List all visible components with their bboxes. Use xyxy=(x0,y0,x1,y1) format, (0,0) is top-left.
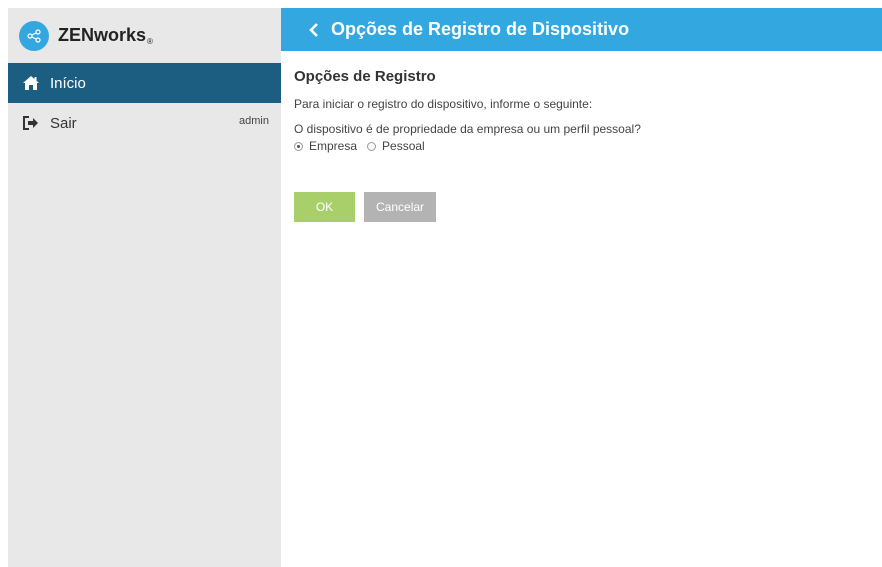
intro-text: Para iniciar o registro do dispositivo, … xyxy=(294,97,593,111)
registration-form: Opções de Registro Para iniciar o regist… xyxy=(294,68,864,222)
sidebar-item-label: Início xyxy=(50,74,86,92)
ok-button[interactable]: OK xyxy=(294,192,355,222)
sidebar-item-label: Sair xyxy=(50,114,77,132)
page-title: Opções de Registro de Dispositivo xyxy=(331,19,630,39)
radio-pessoal[interactable]: Pessoal xyxy=(367,139,425,153)
radio-button-pessoal[interactable] xyxy=(367,141,377,151)
sidebar-item-inicio[interactable]: Início xyxy=(8,63,281,103)
registered-mark: ® xyxy=(147,37,153,46)
radio-empresa[interactable]: Empresa xyxy=(294,139,357,153)
brand-name-text: ZENworks xyxy=(58,25,147,45)
ownership-question: O dispositivo é de propriedade da empres… xyxy=(294,122,641,136)
sign-out-icon xyxy=(22,114,40,132)
brand: ZENworks® xyxy=(8,8,281,63)
radio-label-pessoal: Pessoal xyxy=(382,139,425,153)
ownership-radio-group: Empresa Pessoal xyxy=(294,139,864,153)
cancel-button[interactable]: Cancelar xyxy=(364,192,436,222)
radio-label-empresa: Empresa xyxy=(309,139,358,153)
chevron-left-icon[interactable] xyxy=(309,20,325,40)
sidebar: ZENworks® Início Sair admin xyxy=(8,8,281,567)
radio-button-empresa[interactable] xyxy=(294,141,303,151)
home-icon xyxy=(22,74,40,92)
page-header: Opções de Registro de Dispositivo xyxy=(281,8,882,51)
section-title: Opções de Registro xyxy=(294,68,436,85)
sidebar-item-sair[interactable]: Sair admin xyxy=(8,103,281,143)
form-buttons: OK Cancelar xyxy=(294,192,864,222)
share-nodes-icon xyxy=(19,20,49,51)
username-label: admin xyxy=(239,115,269,127)
brand-name: ZENworks® xyxy=(58,25,153,46)
